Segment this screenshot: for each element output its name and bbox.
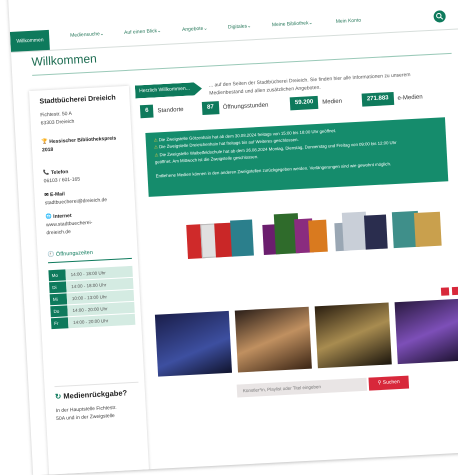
hours-table: Mo 14:00 - 18:00 Uhr Di 14:00 - 18:00 Uhr …: [48, 265, 136, 330]
media-tile[interactable]: [154, 310, 233, 377]
hours-divider: [47, 257, 132, 264]
stat-label: e-Medien: [397, 93, 423, 102]
page-title: Willkommen: [31, 51, 98, 69]
stat-value: 271.883: [361, 91, 394, 107]
sidebar-divider: [54, 381, 139, 388]
email-heading: ✉ E-Mail: [44, 191, 65, 198]
book-cover[interactable]: [413, 211, 442, 248]
book-cover[interactable]: [308, 219, 328, 253]
nav-item-willkommen[interactable]: Willkommen: [9, 29, 51, 52]
hours-day: Mi: [49, 293, 68, 306]
nav-item-mein-konto[interactable]: Mein Konto: [336, 18, 362, 25]
hours-day: Do: [50, 305, 68, 318]
return-text-line-2: 50A und in der Zweigstelle: [56, 412, 115, 423]
internet-label: Internet: [53, 212, 72, 220]
book-cover[interactable]: [230, 219, 254, 257]
library-name: Stadtbücherei Dreieich: [39, 94, 116, 106]
main-nav: Willkommen Mediensuche⌄ Auf einen Blick⌄…: [9, 8, 458, 53]
welcome-tag: Herzlich Willkommen...: [135, 82, 202, 98]
slider-next-button[interactable]: [451, 286, 458, 296]
nav-item-auf-einen-blick[interactable]: Auf einen Blick⌄: [124, 28, 162, 36]
warning-icon: ⚠: [153, 144, 159, 150]
phone-heading: 📞 Telefon: [43, 169, 68, 176]
stat-value: 59.200: [289, 95, 319, 111]
return-title: Medienrückgabe?: [63, 388, 128, 401]
nav-item-angebote[interactable]: Angebote⌄: [182, 26, 208, 33]
warning-icon: ⚠: [153, 137, 158, 143]
nav-item-meine-bibliothek[interactable]: Meine Bibliothek⌄: [272, 20, 313, 28]
award-label: Hessischer Bibliothekspreis 2018: [41, 135, 117, 154]
page: | anmelden Willkommen Mediensuche⌄ Auf e…: [8, 0, 458, 475]
phone-number[interactable]: 06103 / 601-165: [44, 176, 81, 184]
hours-day: Fr: [50, 317, 69, 330]
slider-prev-button[interactable]: [440, 287, 450, 296]
stat-emedia: 271.883 e-Medien: [361, 90, 423, 107]
book-cover-group-4[interactable]: [391, 199, 445, 249]
nav-item-digitales[interactable]: Digitales⌄: [228, 23, 252, 30]
book-cover[interactable]: [363, 214, 388, 250]
clock-icon: 🕘: [47, 251, 55, 259]
internet-link-line-1[interactable]: www.stadtbuecherei-: [46, 220, 93, 228]
mail-icon: ✉: [44, 192, 49, 199]
hours-day: Mo: [48, 269, 66, 282]
stat-label: Standorte: [157, 106, 184, 114]
warning-icon: ⚠: [154, 152, 159, 158]
stat-media: 59.200 Medien: [289, 95, 343, 111]
nav-item-mediensuche[interactable]: Mediensuche⌄: [70, 31, 104, 39]
email-link[interactable]: stadtbuecherei@dreieich.de: [45, 197, 108, 206]
stat-locations: 6 Standorte: [139, 103, 184, 119]
stage: | anmelden Willkommen Mediensuche⌄ Auf e…: [8, 0, 458, 475]
search-button-icon: ⚲: [377, 379, 382, 387]
return-icon: ↻: [54, 391, 62, 402]
slider-controls: [440, 286, 458, 296]
hours-heading: 🕘 Öffnungszeiten: [47, 250, 93, 258]
globe-icon: 🌐: [45, 214, 53, 221]
phone-label: Telefon: [50, 169, 69, 176]
search-input[interactable]: Künstler*in, Playlist oder Titel eingebe…: [236, 377, 368, 398]
internet-link-line-2[interactable]: dreieich.de: [46, 229, 71, 236]
award-text: 🏆 Hessischer Bibliothekspreis 2018: [42, 134, 127, 154]
search-button[interactable]: ⚲ Suchen: [368, 375, 410, 391]
stat-opening-hours: 87 Öffnungsstunden: [201, 99, 269, 115]
notice-box: ⚠ Die Zweigstelle Götzenhain hat ab dem …: [145, 117, 449, 197]
library-street: Fichtestr. 50 A: [40, 110, 73, 119]
book-cover-group-2[interactable]: [261, 206, 328, 255]
media-tile[interactable]: [394, 298, 458, 365]
internet-heading: 🌐 Internet: [45, 213, 71, 220]
book-cover-group-3[interactable]: [333, 202, 389, 252]
award-icon: 🏆: [41, 139, 49, 146]
return-heading: ↻ Medienrückgabe?: [55, 388, 128, 401]
book-cover-group-1[interactable]: [186, 210, 254, 259]
library-city: 63303 Dreieich: [40, 118, 75, 127]
phone-icon: 📞: [43, 170, 50, 177]
stat-value: 87: [201, 101, 220, 115]
hours-day: Di: [49, 281, 67, 294]
media-tile[interactable]: [314, 302, 392, 369]
hours-title: Öffnungszeiten: [55, 249, 94, 258]
search-icon[interactable]: [433, 10, 446, 23]
search-button-label: Suchen: [382, 379, 400, 386]
hours-time: 14:00 - 20:00 Uhr: [67, 313, 136, 329]
stat-label: Öffnungsstunden: [222, 102, 269, 111]
email-label: E-Mail: [49, 191, 65, 199]
stat-value: 6: [139, 104, 154, 119]
media-tile[interactable]: [234, 306, 312, 373]
stat-label: Medien: [322, 98, 343, 106]
sidebar: Stadtbücherei Dreieich Fichtestr. 50 A 6…: [29, 85, 150, 475]
